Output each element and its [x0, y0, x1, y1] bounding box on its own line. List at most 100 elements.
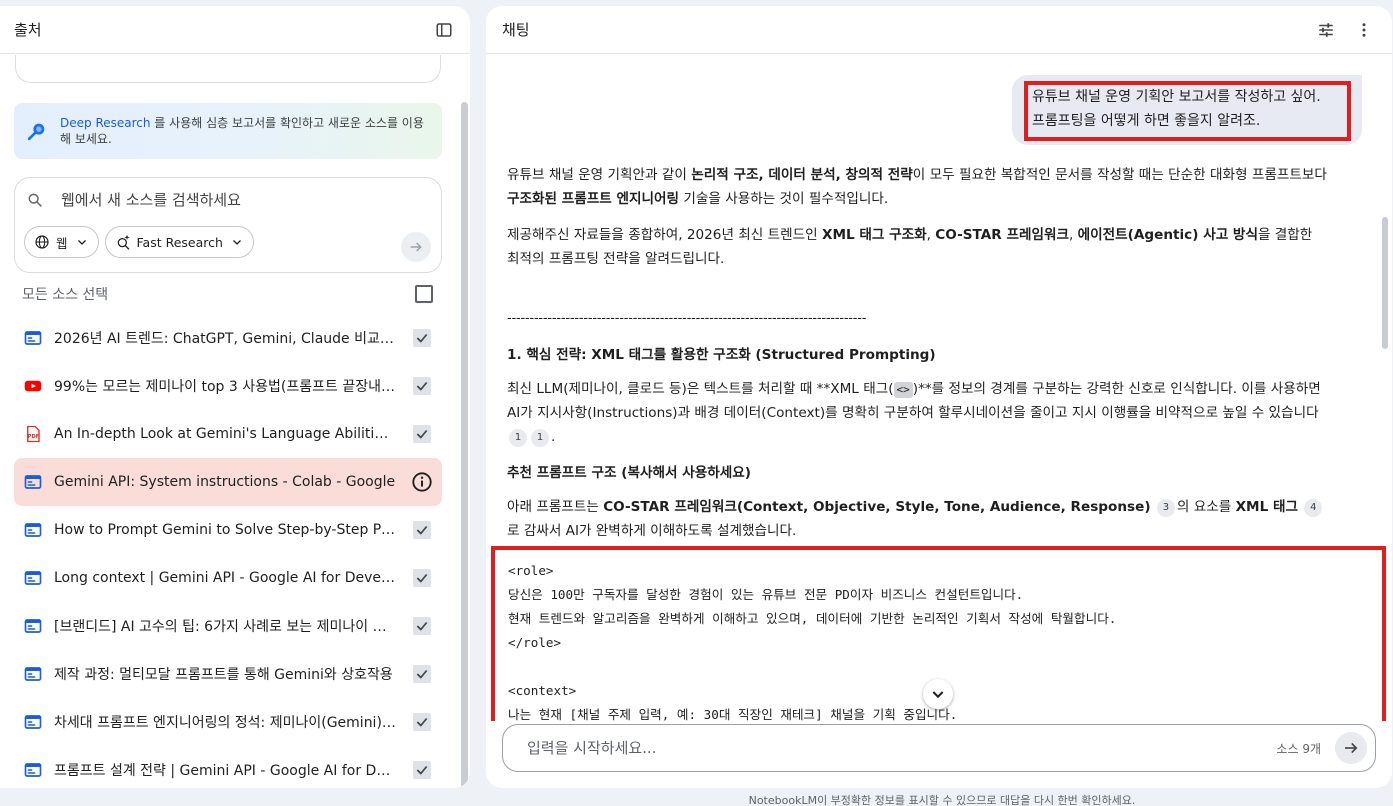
doc-icon [24, 473, 42, 491]
answer-text: . [551, 429, 556, 445]
inline-code: <> [893, 382, 913, 398]
source-checkbox[interactable] [413, 617, 431, 635]
send-button[interactable] [1335, 732, 1367, 764]
sources-panel: 출처 Deep Research 를 사용해 심층 보고서를 확인하고 새로운 … [0, 6, 470, 788]
sources-scroll-area[interactable]: Deep Research 를 사용해 심층 보고서를 확인하고 새로운 소스를… [0, 55, 470, 788]
chat-input[interactable] [527, 739, 1277, 757]
sidebar-toggle-icon [436, 22, 452, 37]
answer-bold: CO-STAR 프레임워크 [935, 227, 1069, 243]
deep-research-icon [27, 123, 45, 141]
answer-text: 이 모두 필요한 복합적인 문서를 작성할 때는 단순한 대화형 프롬프트보다 [912, 167, 1327, 183]
web-search-box: 웹 Fast Research [14, 177, 442, 273]
info-icon[interactable] [411, 471, 433, 493]
deep-research-banner[interactable]: Deep Research 를 사용해 심층 보고서를 확인하고 새로운 소스를… [14, 103, 442, 159]
source-item[interactable]: 프롬프트 설계 전략 | Gemini API - Google AI for … [14, 746, 442, 788]
chat-panel-header: 채팅 [486, 6, 1392, 54]
answer-bold: XML 태그 구조화 [821, 227, 927, 243]
source-checkbox[interactable] [413, 521, 431, 539]
source-checkbox[interactable] [413, 761, 431, 779]
youtube-icon [24, 377, 42, 395]
doc-icon [24, 521, 42, 539]
answer-text: 제공해주신 자료들을 종합하여, 2026년 최신 트렌드인 [507, 227, 822, 243]
source-checkbox[interactable] [413, 665, 431, 683]
check-icon [416, 525, 428, 535]
deep-research-link[interactable]: Deep Research [60, 116, 150, 130]
source-item[interactable]: Long context | Gemini API - Google AI fo… [14, 554, 442, 602]
more-vert-icon [1362, 22, 1366, 37]
doc-icon [24, 665, 42, 683]
check-icon [416, 429, 428, 439]
check-icon [416, 621, 428, 631]
source-item[interactable]: 99%는 모르는 제미나이 top 3 사용법(프롬프트 끝장내기) [14, 362, 442, 410]
source-item[interactable]: How to Prompt Gemini to Solve Step-by-St… [14, 506, 442, 554]
source-label: 2026년 AI 트렌드: ChatGPT, Gemini, Claude 비교… [54, 331, 396, 347]
scroll-to-bottom-button[interactable] [923, 679, 953, 709]
search-options-row: 웹 Fast Research [15, 226, 441, 258]
sources-panel-title: 출처 [14, 21, 42, 39]
web-chip-label: 웹 [56, 235, 68, 251]
check-icon [416, 381, 428, 391]
source-item-selected[interactable]: Gemini API: System instructions - Colab … [14, 458, 442, 506]
citation-badge[interactable]: 1 [531, 429, 549, 447]
research-mode-dropdown[interactable]: Fast Research [104, 226, 254, 258]
svg-text:PDF: PDF [27, 434, 39, 440]
chevron-down-icon [932, 691, 944, 699]
previous-card-edge [15, 55, 441, 83]
source-label: Gemini API: System instructions - Colab … [54, 474, 396, 490]
source-checkbox[interactable] [413, 425, 431, 443]
source-label: 99%는 모르는 제미나이 top 3 사용법(프롬프트 끝장내기) [54, 379, 396, 395]
sparkle-search-icon [117, 234, 130, 250]
chat-scrollbar[interactable] [1382, 217, 1388, 349]
collapse-panel-button[interactable] [430, 16, 458, 44]
source-item[interactable]: PDF An In-depth Look at Gemini's Languag… [14, 410, 442, 458]
answer-bold: 에이전트(Agentic) 사고 방식 [1077, 227, 1258, 243]
chat-settings-button[interactable] [1312, 16, 1340, 44]
citation-badge[interactable]: 4 [1304, 499, 1323, 517]
check-icon [416, 765, 428, 775]
sources-scrollbar[interactable] [461, 102, 468, 788]
source-item[interactable]: 제작 과정: 멀티모달 프롬프트를 통해 Gemini와 상호작용 [14, 650, 442, 698]
source-label: How to Prompt Gemini to Solve Step-by-St… [54, 522, 396, 538]
answer-paragraph: 최신 LLM(제미나이, 클로드 등)은 텍스트를 처리할 때 **XML 태그… [507, 377, 1327, 449]
source-item[interactable]: [브랜디드] AI 고수의 팁: 6가지 사례로 보는 제미나이 활용법 [14, 602, 442, 650]
arrow-right-icon [1345, 742, 1358, 754]
search-icon [28, 193, 42, 207]
source-checkbox[interactable] [413, 377, 431, 395]
web-source-dropdown[interactable]: 웹 [24, 226, 99, 258]
disclaimer-footer: NotebookLM이 부정확한 정보를 표시할 수 있으므로 대답을 다시 한… [748, 794, 1136, 806]
source-label: [브랜디드] AI 고수의 팁: 6가지 사례로 보는 제미나이 활용법 [54, 619, 396, 635]
chat-messages-area[interactable]: 유튜브 채널 운영 기획안 보고서를 작성하고 싶어. 프롬프팅을 어떻게 하면… [486, 55, 1392, 721]
answer-text: 의 요소를 [1176, 499, 1236, 515]
source-checkbox[interactable] [413, 329, 431, 347]
source-item[interactable]: 차세대 프롬프트 엔지니어링의 정석: 제미나이(Gemini) 가이드 [14, 698, 442, 746]
divider-line: ----------------------------------------… [507, 311, 867, 326]
source-list: 2026년 AI 트렌드: ChatGPT, Gemini, Claude 비교… [14, 314, 442, 788]
answer-bold: XML 태그 [1235, 499, 1298, 515]
doc-icon [24, 713, 42, 731]
chat-panel-title: 채팅 [502, 21, 530, 39]
citation-badge[interactable]: 3 [1156, 499, 1175, 517]
answer-text: 로 감싸서 AI가 완벽하게 이해하도록 설계했습니다. [507, 523, 797, 539]
tune-icon [1319, 22, 1333, 37]
source-checkbox[interactable] [413, 713, 431, 731]
select-all-row[interactable]: 모든 소스 선택 [22, 283, 433, 305]
search-submit-button[interactable] [401, 232, 431, 262]
answer-bold: CO-STAR 프레임워크(Context, Objective, Style,… [603, 499, 1151, 515]
source-label: 제작 과정: 멀티모달 프롬프트를 통해 Gemini와 상호작용 [54, 667, 393, 683]
source-label: 차세대 프롬프트 엔지니어링의 정석: 제미나이(Gemini) 가이드 [54, 715, 396, 731]
doc-icon [24, 617, 42, 635]
globe-icon [35, 235, 49, 249]
source-item[interactable]: 2026년 AI 트렌드: ChatGPT, Gemini, Claude 비교… [14, 314, 442, 362]
citation-badge[interactable]: 1 [509, 429, 527, 447]
source-checkbox[interactable] [413, 569, 431, 587]
arrow-right-icon [410, 242, 422, 252]
answer-text: , [1068, 227, 1078, 243]
pdf-icon: PDF [24, 425, 42, 443]
chevron-down-icon [77, 240, 86, 245]
answer-text: 기술을 사용하는 것이 필수적입니다. [679, 191, 889, 207]
select-all-checkbox[interactable] [415, 285, 433, 303]
doc-icon [24, 761, 42, 779]
web-search-input[interactable] [61, 191, 391, 209]
more-options-button[interactable] [1350, 16, 1378, 44]
chat-panel: 채팅 유튜브 채널 운영 기획안 보고서를 작성하고 싶어. 프롬프팅을 어떻게… [486, 6, 1392, 788]
